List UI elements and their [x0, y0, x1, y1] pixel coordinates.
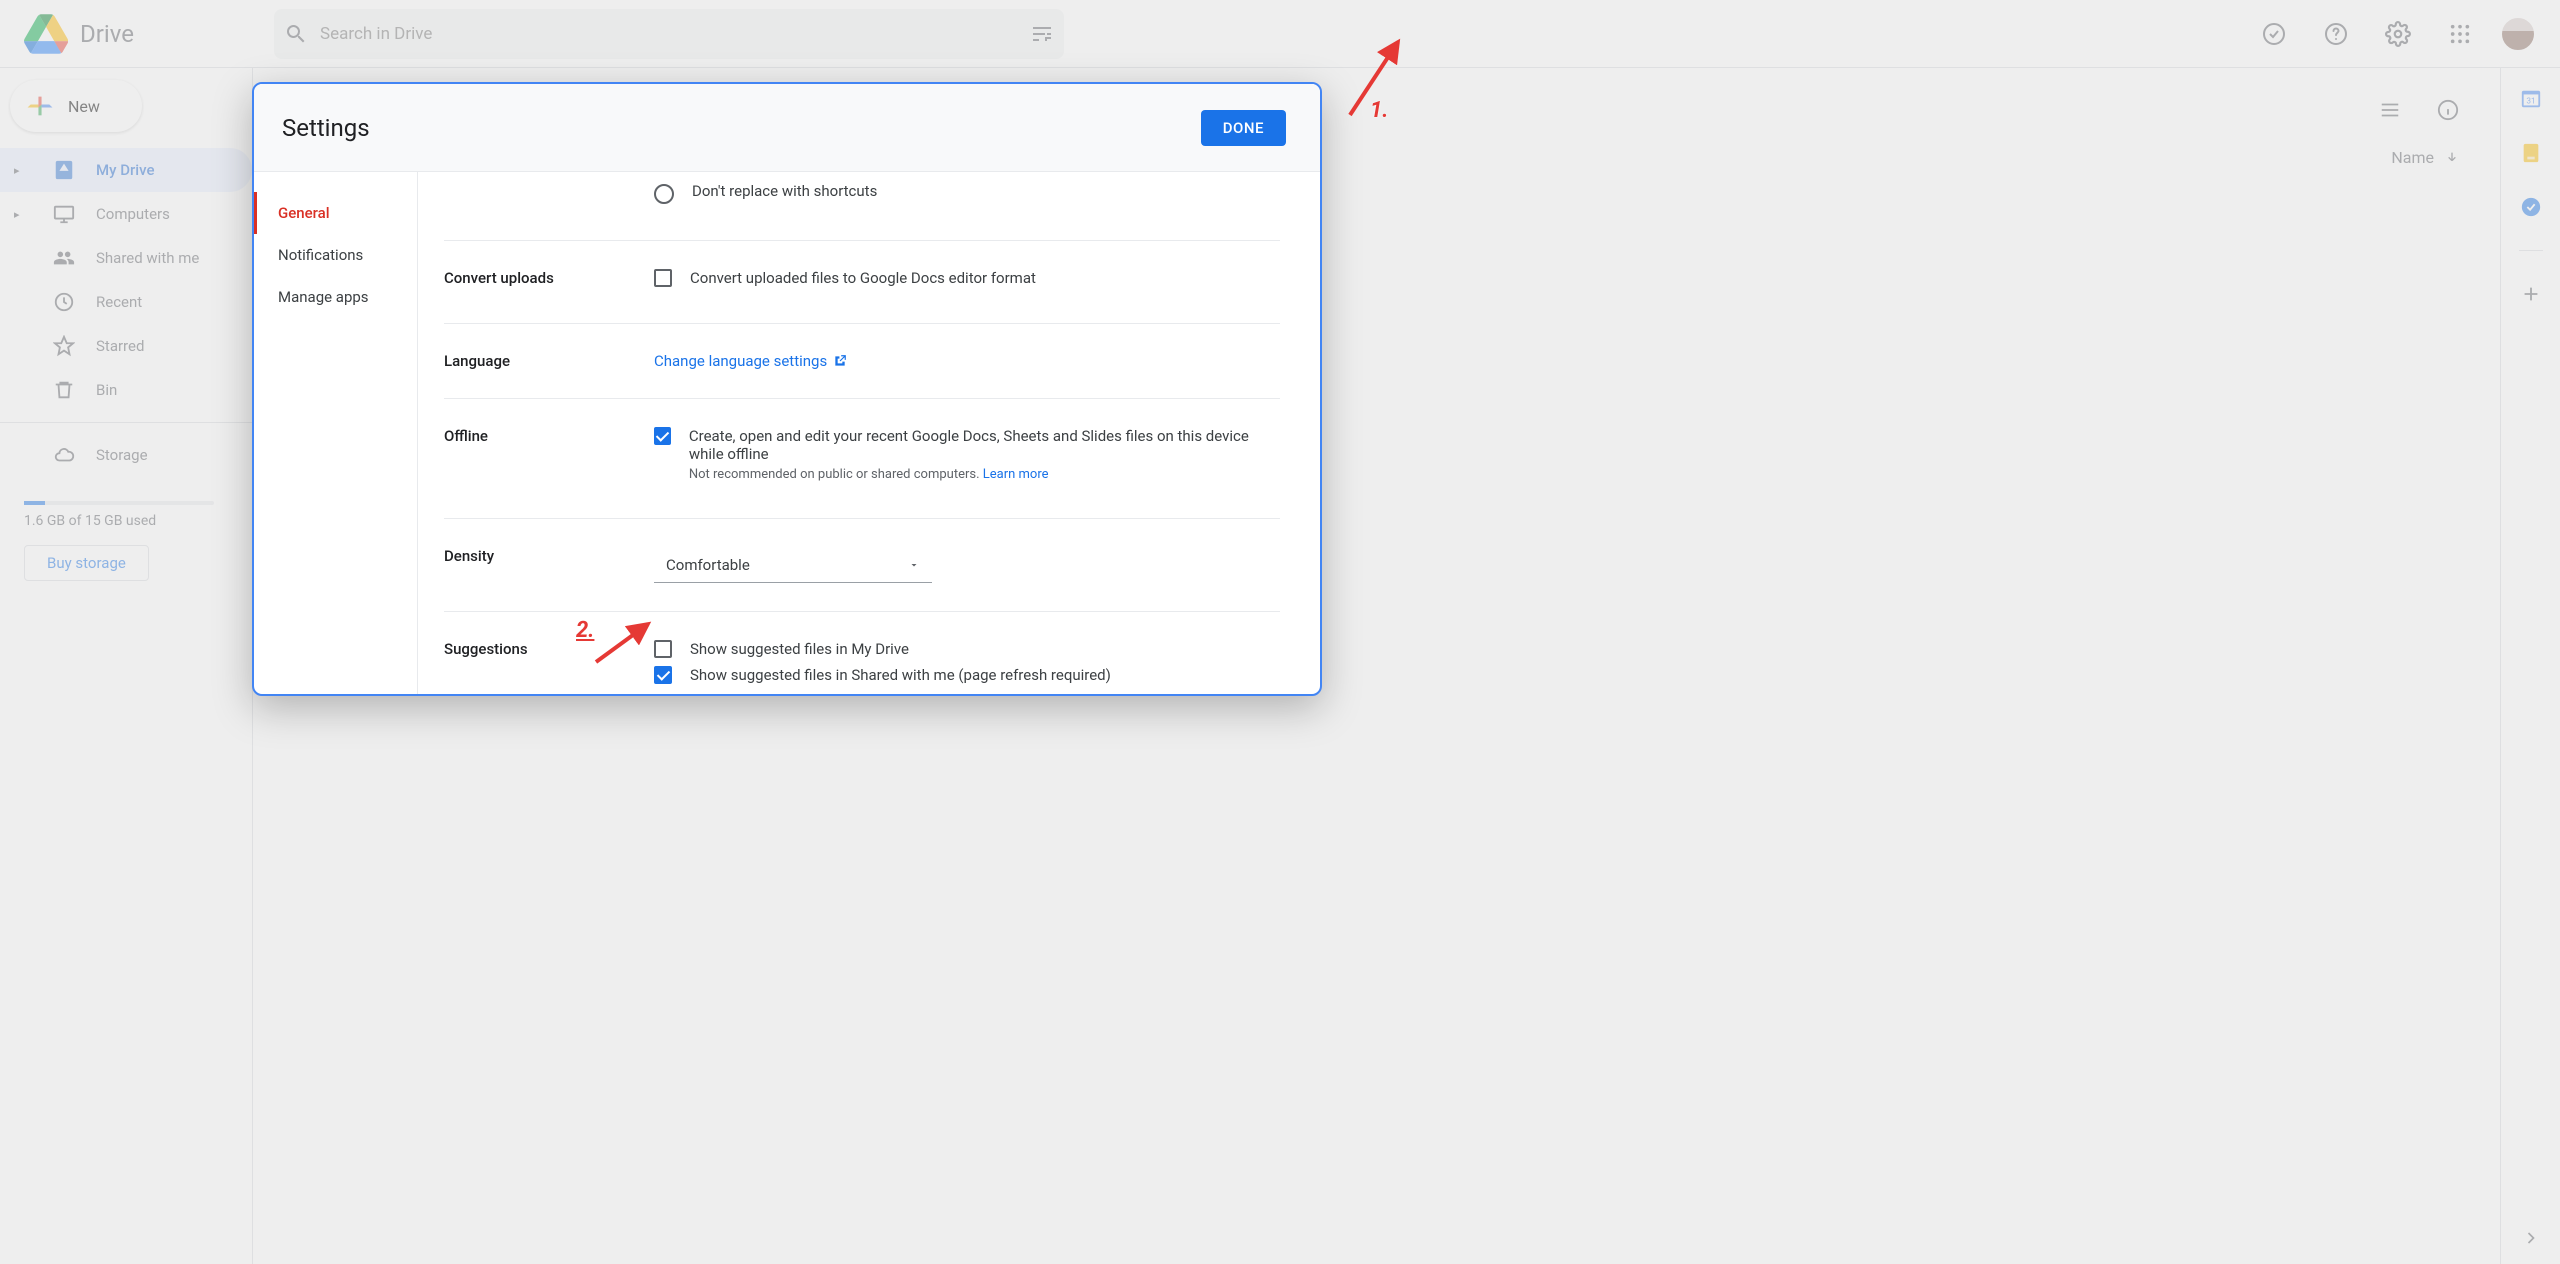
settings-nav-general[interactable]: General [254, 192, 417, 234]
density-label: Density [444, 547, 654, 583]
density-select[interactable]: Comfortable [654, 547, 932, 583]
done-button[interactable]: DONE [1201, 110, 1286, 146]
change-language-link[interactable]: Change language settings [654, 352, 847, 370]
settings-nav: General Notifications Manage apps [254, 172, 418, 694]
suggestions-mydrive-checkbox[interactable]: Show suggested files in My Drive [654, 640, 1280, 658]
suggestions-label: Suggestions [444, 640, 654, 692]
offline-learn-more-link[interactable]: Learn more [983, 467, 1049, 482]
settings-nav-manage-apps[interactable]: Manage apps [254, 276, 417, 318]
shortcuts-radio-dont-replace[interactable]: Don't replace with shortcuts [654, 182, 1280, 204]
external-link-icon [833, 354, 847, 368]
suggestions-shared-checkbox[interactable]: Show suggested files in Shared with me (… [654, 666, 1280, 684]
settings-dialog: Settings DONE General Notifications Mana… [252, 82, 1322, 696]
settings-content[interactable]: Don't replace with shortcuts Convert upl… [418, 172, 1320, 694]
settings-nav-notifications[interactable]: Notifications [254, 234, 417, 276]
dropdown-arrow-icon [908, 559, 920, 571]
language-label: Language [444, 352, 654, 370]
offline-label: Offline [444, 427, 654, 490]
dialog-title: Settings [282, 114, 370, 142]
offline-checkbox[interactable]: Create, open and edit your recent Google… [654, 427, 1280, 482]
convert-uploads-checkbox[interactable]: Convert uploaded files to Google Docs ed… [654, 269, 1280, 287]
convert-uploads-label: Convert uploads [444, 269, 654, 295]
